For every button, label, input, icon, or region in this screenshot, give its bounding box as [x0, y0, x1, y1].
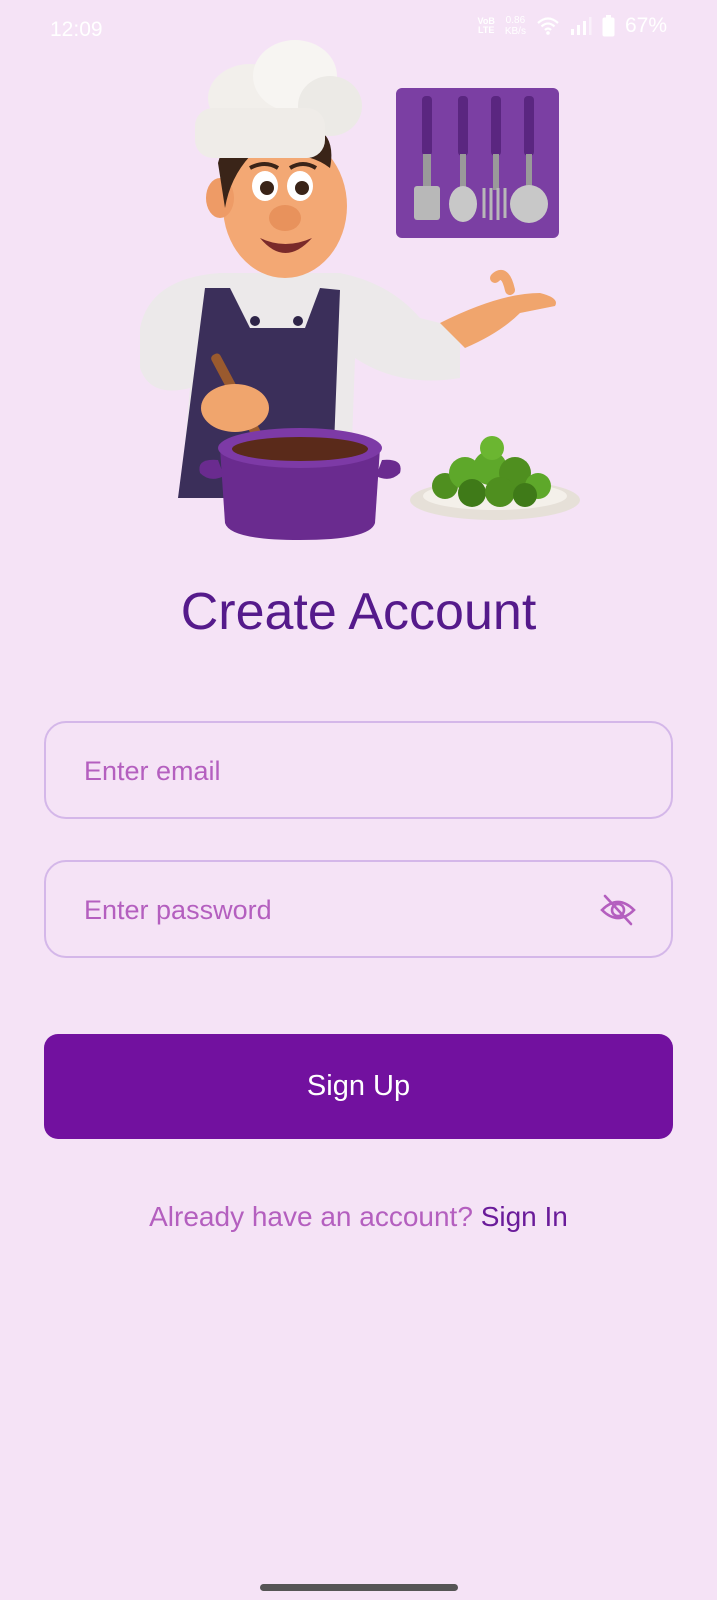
- battery-percent: 67%: [624, 14, 667, 37]
- email-field[interactable]: [44, 721, 673, 819]
- password-input[interactable]: [82, 862, 586, 958]
- battery-icon: [602, 15, 615, 37]
- sign-in-link[interactable]: Sign In: [481, 1201, 568, 1232]
- chef-illustration: [140, 40, 580, 540]
- status-time: 12:09: [50, 18, 103, 41]
- utensil-board: [396, 88, 559, 238]
- password-field[interactable]: [44, 860, 673, 958]
- page-title: Create Account: [180, 583, 537, 641]
- sign-in-prompt: Already have an account? Sign In: [0, 1201, 717, 1233]
- network-speed-value: 0.86: [505, 15, 526, 26]
- home-indicator[interactable]: [260, 1584, 458, 1591]
- sign-up-button[interactable]: Sign Up: [44, 1034, 673, 1139]
- email-input[interactable]: [82, 723, 586, 819]
- sign-in-prompt-text: Already have an account?: [149, 1201, 473, 1232]
- eye-off-icon[interactable]: [599, 892, 637, 928]
